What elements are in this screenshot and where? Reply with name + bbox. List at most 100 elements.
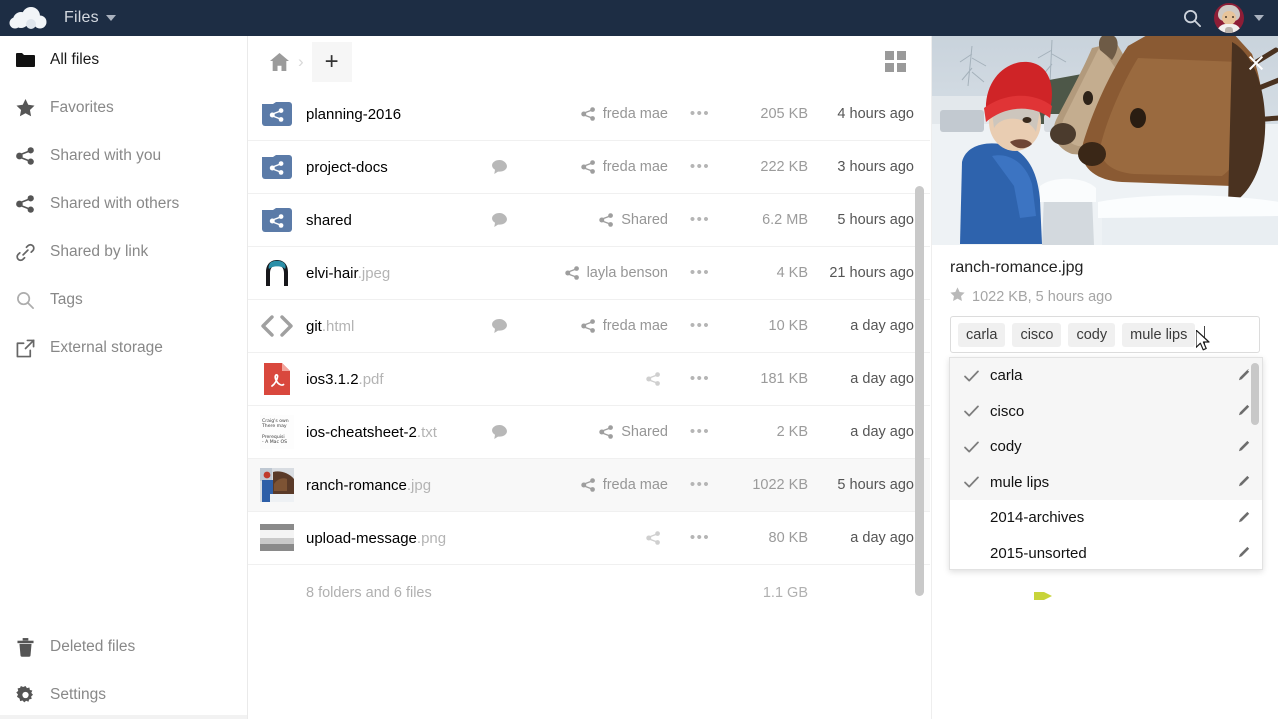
row-actions-menu[interactable]: ••• <box>674 534 726 542</box>
file-size: 1022 KB <box>726 477 812 493</box>
grid-view-icon[interactable] <box>884 50 908 74</box>
tag-dropdown-scrollbar[interactable] <box>1251 363 1259 425</box>
svg-text:There may: There may <box>261 423 287 429</box>
file-rows: planning-2016 freda mae ••• 205 KB 4 hou… <box>248 88 930 621</box>
file-name[interactable]: ranch-romance.jpg <box>306 477 482 494</box>
tag-chip[interactable]: cody <box>1068 323 1115 347</box>
tag-chip[interactable]: mule lips <box>1122 323 1195 347</box>
star-icon[interactable] <box>950 287 965 306</box>
sidebar-item-all-files[interactable]: All files <box>0 36 247 84</box>
file-name[interactable]: elvi-hair.jpeg <box>306 265 482 282</box>
comment-icon[interactable] <box>482 213 516 227</box>
user-menu[interactable] <box>1214 3 1264 33</box>
table-row[interactable]: Craig's own There may Prerequisi - A Mac… <box>248 406 930 459</box>
comment-icon[interactable] <box>482 319 516 333</box>
text-caret <box>1204 326 1205 344</box>
sidebar-item-deleted-files[interactable]: Deleted files <box>0 623 247 671</box>
file-name[interactable]: upload-message.png <box>306 530 482 547</box>
check-icon <box>964 370 990 382</box>
search-icon[interactable] <box>1183 9 1202 28</box>
tag-option-label: 2015-unsorted <box>990 545 1234 562</box>
home-icon[interactable] <box>264 53 294 71</box>
close-icon[interactable] <box>1247 54 1265 72</box>
tag-option[interactable]: 2015-unsorted <box>950 536 1262 571</box>
row-actions-menu[interactable]: ••• <box>674 110 726 118</box>
table-row[interactable]: upload-message.png ••• 80 KB a day ago <box>248 512 930 565</box>
table-row[interactable]: project-docs freda mae ••• 222 KB 3 hour… <box>248 141 930 194</box>
pencil-icon[interactable] <box>1234 369 1252 383</box>
share-info[interactable]: Shared <box>516 212 674 228</box>
share-info[interactable]: layla benson <box>516 265 674 281</box>
pdf-file-icon <box>248 363 306 395</box>
table-row[interactable]: elvi-hair.jpeg layla benson ••• 4 KB 21 … <box>248 247 930 300</box>
row-actions-menu[interactable]: ••• <box>674 428 726 436</box>
new-file-button[interactable]: + <box>312 42 352 82</box>
file-name[interactable]: planning-2016 <box>306 106 482 123</box>
sidebar-item-shared-by-link[interactable]: Shared by link <box>0 228 247 276</box>
row-actions-menu[interactable]: ••• <box>674 216 726 224</box>
folder-icon <box>14 52 36 68</box>
tag-option[interactable]: cisco <box>950 394 1262 430</box>
share-icon <box>14 195 36 213</box>
sidebar-item-external-storage[interactable]: External storage <box>0 324 247 372</box>
file-modified: a day ago <box>812 424 930 440</box>
file-preview-image[interactable] <box>932 36 1278 245</box>
tag-option[interactable]: carla <box>950 358 1262 394</box>
share-info[interactable]: freda mae <box>516 318 674 334</box>
row-actions-menu[interactable]: ••• <box>674 322 726 330</box>
tag-chip[interactable]: carla <box>958 323 1005 347</box>
file-name[interactable]: project-docs <box>306 159 482 176</box>
share-info[interactable]: freda mae <box>516 106 674 122</box>
cloud-logo-icon[interactable] <box>0 0 58 36</box>
file-name[interactable]: ios3.1.2.pdf <box>306 371 482 388</box>
sidebar-item-shared-with-others[interactable]: Shared with others <box>0 180 247 228</box>
row-actions-menu[interactable]: ••• <box>674 269 726 277</box>
tag-input[interactable]: carla cisco cody mule lips <box>950 316 1260 353</box>
image-thumbnail-hair <box>248 258 306 288</box>
sidebar-item-settings[interactable]: Settings <box>0 671 247 719</box>
trash-icon <box>14 638 36 657</box>
sidebar-item-label: Settings <box>50 686 106 704</box>
app-name-menu[interactable]: Files <box>58 0 122 36</box>
row-actions-menu[interactable]: ••• <box>674 375 726 383</box>
table-row[interactable]: ios3.1.2.pdf ••• 181 KB a day ago <box>248 353 930 406</box>
file-size: 205 KB <box>726 106 812 122</box>
comment-icon[interactable] <box>482 425 516 439</box>
share-info[interactable]: freda mae <box>516 477 674 493</box>
sidebar-item-tags[interactable]: Tags <box>0 276 247 324</box>
tag-option-label: mule lips <box>990 474 1234 491</box>
tag-chip[interactable]: cisco <box>1012 323 1061 347</box>
file-modified: 4 hours ago <box>812 106 930 122</box>
comment-icon[interactable] <box>482 160 516 174</box>
table-row[interactable]: planning-2016 freda mae ••• 205 KB 4 hou… <box>248 88 930 141</box>
pencil-icon[interactable] <box>1234 404 1252 418</box>
table-row[interactable]: shared Shared ••• 6.2 MB 5 hours ago <box>248 194 930 247</box>
sidebar-item-label: Tags <box>50 291 83 309</box>
pencil-icon[interactable] <box>1234 511 1252 525</box>
pencil-icon[interactable] <box>1234 475 1252 489</box>
image-thumbnail-ranch <box>248 468 306 502</box>
tag-option[interactable]: mule lips <box>950 465 1262 501</box>
tag-dropdown[interactable]: carla cisco cody <box>949 357 1263 570</box>
share-info[interactable] <box>516 372 674 386</box>
tag-option[interactable]: cody <box>950 429 1262 465</box>
row-actions-menu[interactable]: ••• <box>674 481 726 489</box>
table-row[interactable]: git.html freda mae ••• 10 KB a day ago <box>248 300 930 353</box>
tag-option[interactable]: 2014-archives <box>950 500 1262 536</box>
share-info[interactable]: Shared <box>516 424 674 440</box>
sidebar-item-favorites[interactable]: Favorites <box>0 84 247 132</box>
file-name[interactable]: ios-cheatsheet-2.txt <box>306 424 482 441</box>
row-actions-menu[interactable]: ••• <box>674 163 726 171</box>
file-name[interactable]: shared <box>306 212 482 229</box>
file-name[interactable]: git.html <box>306 318 482 335</box>
table-row[interactable]: ranch-romance.jpg freda mae ••• 1022 KB … <box>248 459 930 512</box>
shared-folder-icon <box>248 102 306 126</box>
sidebar-item-shared-with-you[interactable]: Shared with you <box>0 132 247 180</box>
file-list-scrollbar[interactable] <box>915 186 924 596</box>
share-info[interactable] <box>516 531 674 545</box>
share-info[interactable]: freda mae <box>516 159 674 175</box>
sidebar-item-label: Shared with you <box>50 147 161 165</box>
left-sidebar: All files Favorites Shared with you Shar… <box>0 36 248 719</box>
pencil-icon[interactable] <box>1234 546 1252 560</box>
pencil-icon[interactable] <box>1234 440 1252 454</box>
